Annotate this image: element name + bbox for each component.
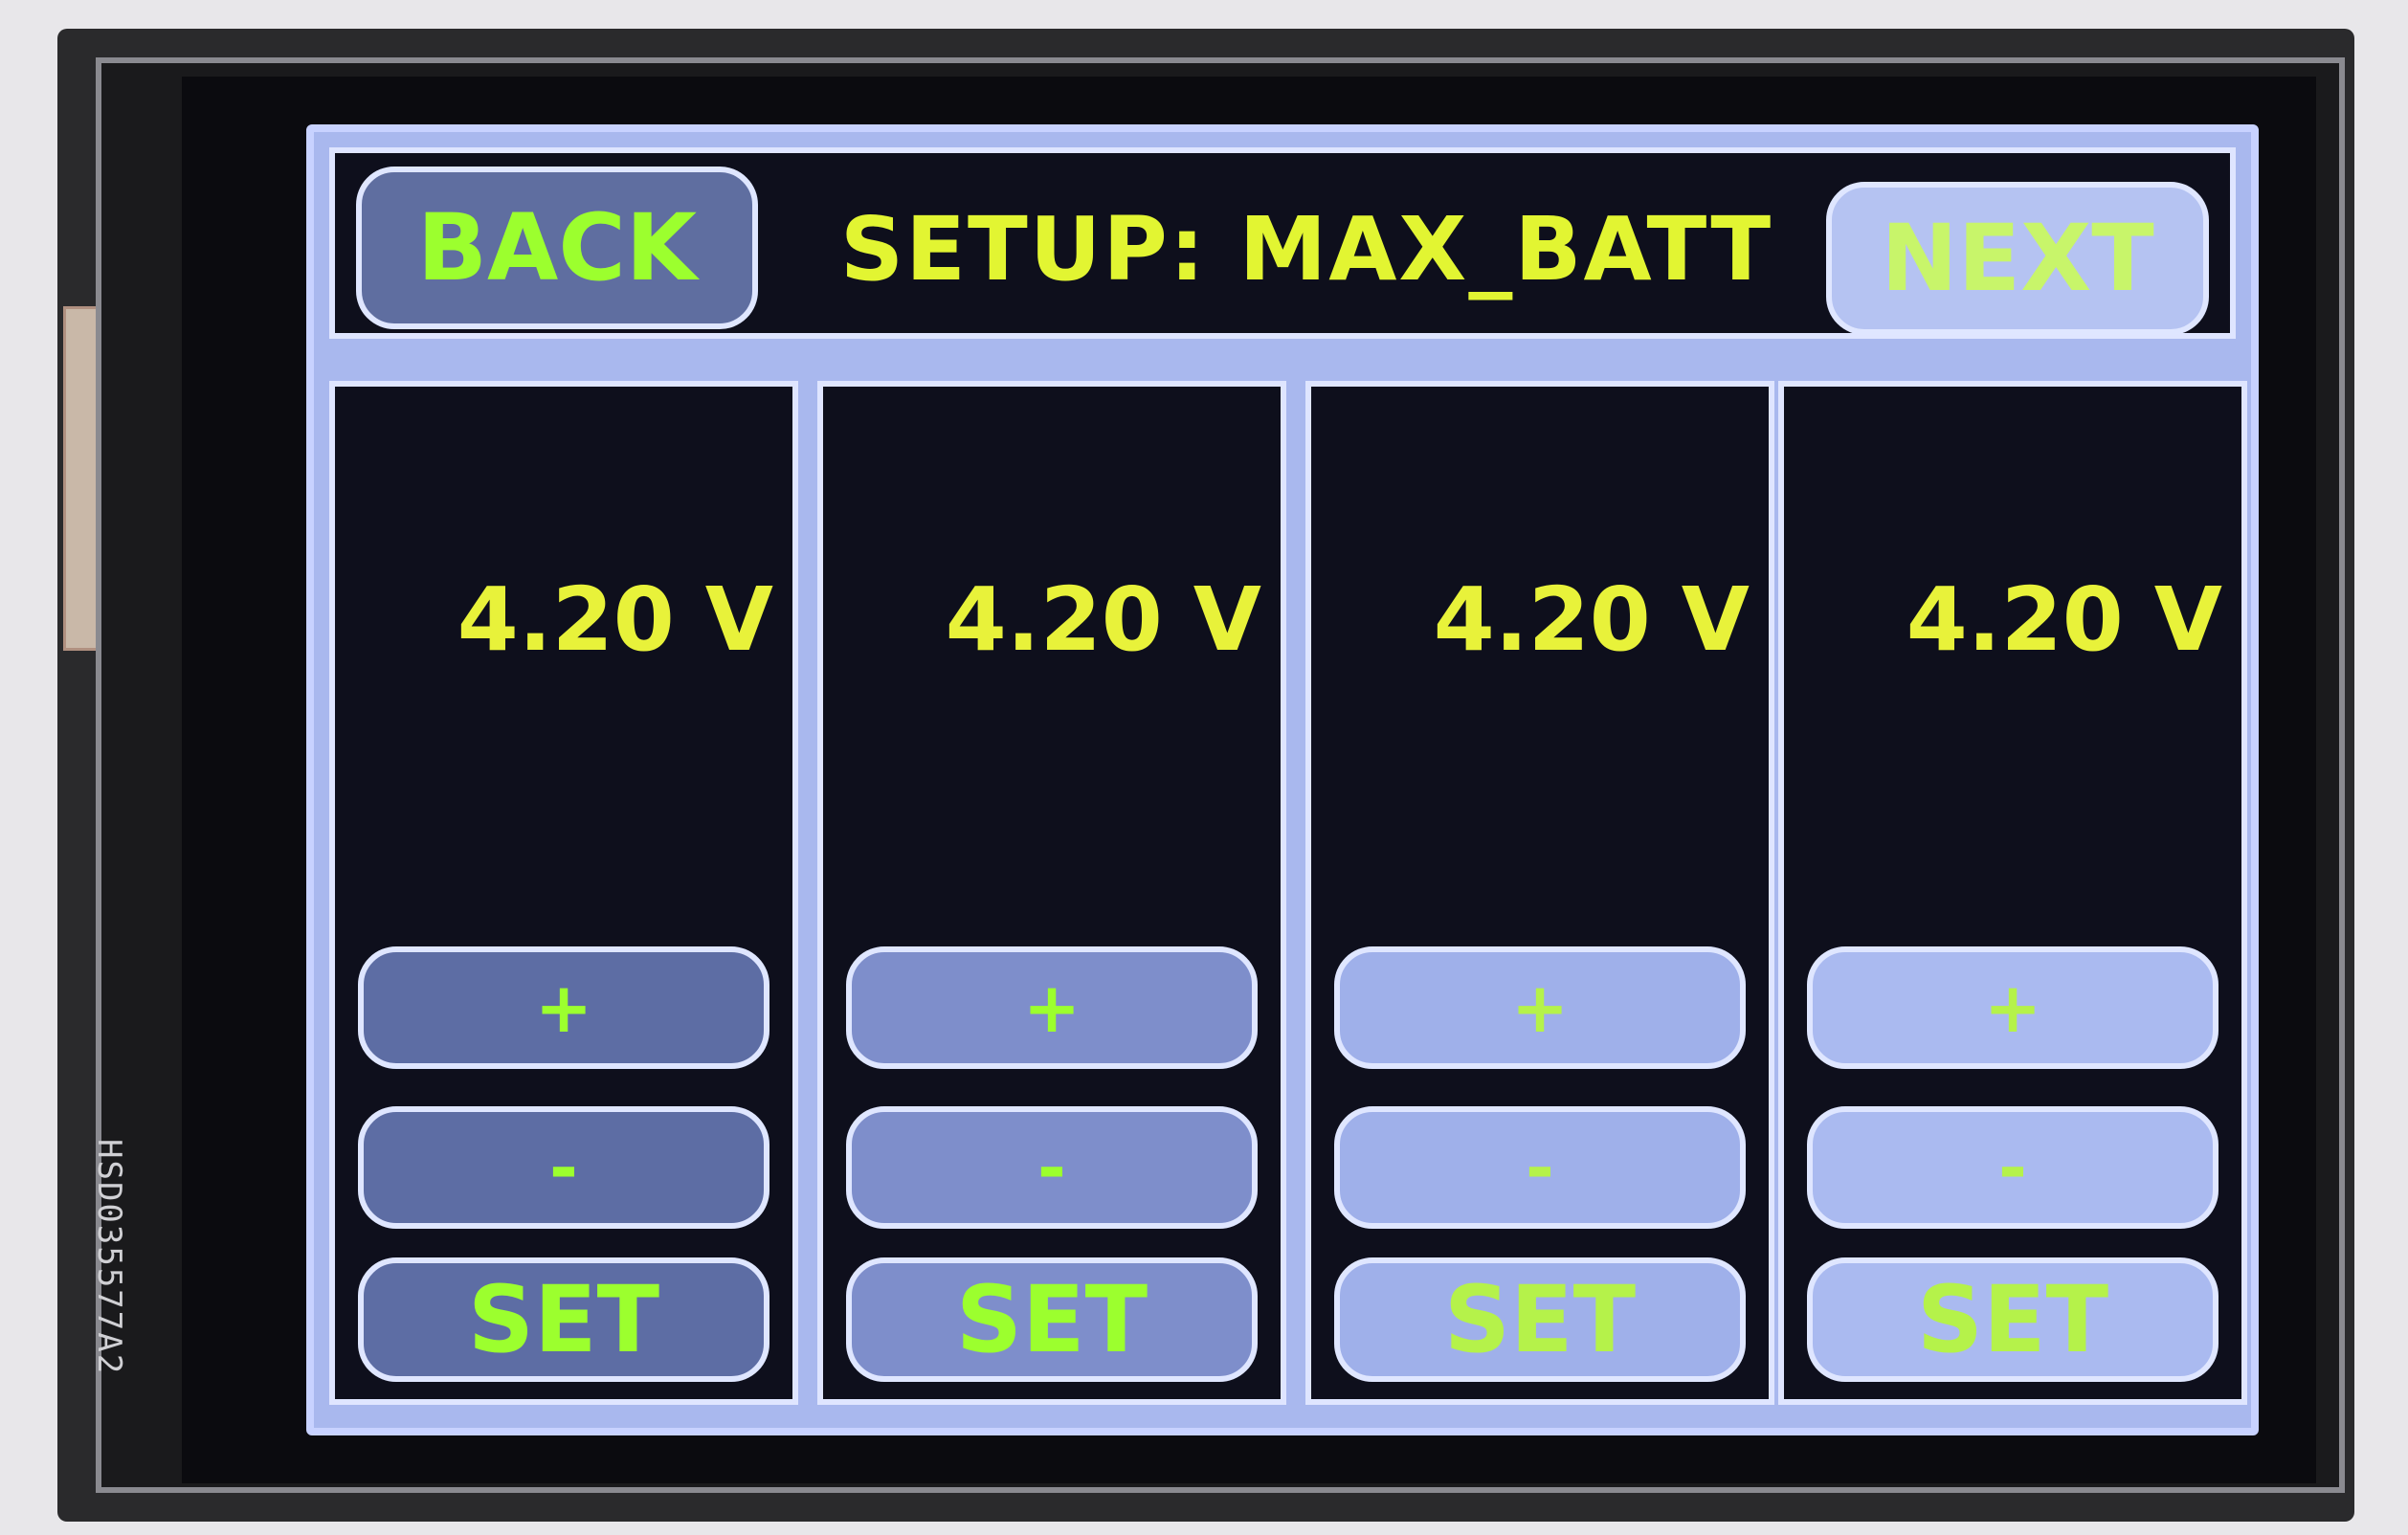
cell-column-3: 4.20 V + - SET bbox=[1305, 381, 1774, 1405]
decrement-button[interactable]: - bbox=[846, 1106, 1258, 1229]
set-button[interactable]: SET bbox=[1807, 1257, 2218, 1382]
cell-column-2: 4.20 V + - SET bbox=[817, 381, 1286, 1405]
set-button[interactable]: SET bbox=[846, 1257, 1258, 1382]
voltage-value: 4.20 V bbox=[1433, 568, 1750, 671]
increment-button[interactable]: + bbox=[1334, 946, 1746, 1069]
next-button[interactable]: NEXT bbox=[1826, 182, 2209, 335]
increment-button[interactable]: + bbox=[1807, 946, 2218, 1069]
model-label: HSD035577A2 bbox=[90, 1139, 128, 1376]
page-title: SETUP: MAX_BATT bbox=[839, 197, 1773, 300]
increment-button[interactable]: + bbox=[358, 946, 769, 1069]
decrement-button[interactable]: - bbox=[1807, 1106, 2218, 1229]
decrement-button[interactable]: - bbox=[358, 1106, 769, 1229]
voltage-value: 4.20 V bbox=[1906, 568, 2222, 671]
cell-column-4: 4.20 V + - SET bbox=[1778, 381, 2247, 1405]
voltage-value: 4.20 V bbox=[457, 568, 773, 671]
voltage-value: 4.20 V bbox=[945, 568, 1261, 671]
header-bar: BACK SETUP: MAX_BATT NEXT bbox=[329, 147, 2236, 339]
setup-screen: BACK SETUP: MAX_BATT NEXT 4.20 V + - SET… bbox=[306, 124, 2259, 1435]
increment-button[interactable]: + bbox=[846, 946, 1258, 1069]
cell-column-1: 4.20 V + - SET bbox=[329, 381, 798, 1405]
back-button[interactable]: BACK bbox=[356, 167, 758, 329]
set-button[interactable]: SET bbox=[358, 1257, 769, 1382]
set-button[interactable]: SET bbox=[1334, 1257, 1746, 1382]
decrement-button[interactable]: - bbox=[1334, 1106, 1746, 1229]
